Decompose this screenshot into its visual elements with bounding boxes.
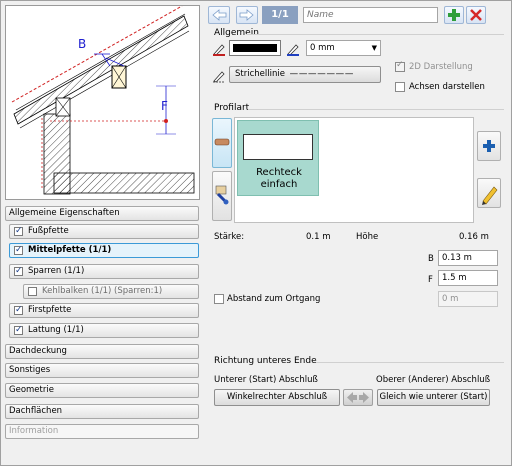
hoehe-value: 0.16 m [459,232,489,242]
lattung-checkbox[interactable] [14,324,23,337]
divider [248,109,504,110]
linetype-label: Strichellinie [235,69,285,79]
arrow-left-icon [212,9,227,21]
profile-type-wood-button[interactable] [212,118,232,168]
nav-item-label: Kehlbalken (1/1) (Sparren:1) [42,286,163,296]
nav-item-mittelpfette[interactable]: Mittelpfette (1/1) [9,243,199,258]
profile-list: Rechteck einfach [234,117,474,223]
darstellung-2d-label: 2D Darstellung [409,62,473,72]
unterer-label: Unterer (Start) Abschluß [214,375,318,385]
pen-thickness-icon [287,44,299,56]
nav-item-label: Mittelpfette (1/1) [28,245,112,255]
nav-item-sparren[interactable]: Sparren (1/1) [9,264,199,279]
divider [246,34,504,35]
nav-item-kehlbalken[interactable]: Kehlbalken (1/1) (Sparren:1) [23,284,199,299]
record-counter: 1/1 [262,6,298,24]
pencil-icon [482,186,498,205]
sparren-checkbox[interactable] [14,265,23,278]
chevron-down-icon: ▼ [371,44,377,52]
nav-allgemeine-eigenschaften[interactable]: Allgemeine Eigenschaften [5,206,199,221]
kehlbalken-checkbox[interactable] [28,287,37,296]
achsen-label: Achsen darstellen [409,82,485,92]
pen-thickness-value: 0 mm [310,43,335,53]
name-input[interactable] [303,7,438,23]
linetype-sample: — — — — — — — [289,69,354,79]
ortgang-input: 0 m [438,291,498,307]
firstpfette-checkbox[interactable] [14,304,23,317]
profilart-title: Profilart [214,103,250,113]
steel-profile-icon [215,185,229,205]
b-input[interactable]: 0.13 m [438,250,498,266]
edit-profile-button[interactable] [477,178,501,208]
nav-item-label: Fußpfette [28,226,69,236]
swap-arrows-icon [347,392,369,403]
mittelpfette-checkbox[interactable] [14,244,23,257]
nav-information: Information [5,424,199,439]
linetype-button[interactable]: Strichellinie — — — — — — — [229,66,381,83]
pen-thickness-select[interactable]: 0 mm ▼ [306,40,381,56]
oberer-label: Oberer (Anderer) Abschluß [376,375,491,385]
close-icon [470,9,482,21]
nav-item-lattung[interactable]: Lattung (1/1) [9,323,199,338]
ortgang-label: Abstand zum Ortgang [227,294,321,304]
nav-dachdeckung[interactable]: Dachdeckung [5,344,199,359]
nav-item-label: Sparren (1/1) [28,266,85,276]
profile-type-steel-button[interactable] [212,171,232,221]
dialog-window: B F Allgemeine Eigenschaften Fußpfette M… [0,0,512,466]
nav-item-firstpfette[interactable]: Firstpfette [9,303,199,318]
f-input[interactable]: 1.5 m [438,270,498,286]
ortgang-checkbox[interactable] [214,294,224,304]
left-panel: B F Allgemeine Eigenschaften Fußpfette M… [3,3,201,465]
oberer-abschluss-button[interactable]: Gleich wie unterer (Start) [377,389,490,406]
rectangle-shape-icon [243,134,313,160]
wood-beam-icon [214,138,230,146]
nav-dachflaechen[interactable]: Dachflächen [5,404,199,419]
nav-item-label: Firstpfette [28,305,72,315]
f-label: F [428,275,433,285]
add-profile-button[interactable] [477,131,501,161]
right-panel: 1/1 Allgemein 0 mm ▼ Strichellinie — — —… [206,3,509,465]
add-button[interactable] [444,6,464,24]
staerke-value: 0.1 m [306,232,331,242]
nav-sonstiges[interactable]: Sonstiges [5,363,199,378]
back-button[interactable] [208,6,230,24]
staerke-label: Stärke: [214,232,245,242]
achsen-checkbox[interactable] [395,82,405,92]
color-picker[interactable] [229,40,281,56]
label-b: B [78,37,86,51]
delete-button[interactable] [466,6,486,24]
preview-drawing: B F [5,5,200,200]
nav-item-fusspfette[interactable]: Fußpfette [9,224,199,239]
linetype-pen-icon [213,71,225,83]
divider [316,362,504,363]
arrow-right-icon [239,9,254,21]
allgemein-title: Allgemein [214,28,259,38]
nav-item-label: Lattung (1/1) [28,325,84,335]
fusspfette-checkbox[interactable] [14,225,23,238]
darstellung-2d-checkbox [395,60,405,72]
plus-icon [448,9,460,21]
forward-button[interactable] [236,6,258,24]
plus-icon [483,140,495,152]
profile-tile-rechteck[interactable]: Rechteck einfach [237,120,319,196]
pen-color-icon [213,44,225,56]
hoehe-label: Höhe [356,232,379,242]
swap-button[interactable] [343,389,373,406]
profile-tile-label: Rechteck einfach [256,167,302,190]
roof-section-drawing: B F [11,5,195,195]
unterer-abschluss-button[interactable]: Winkelrechter Abschluß [214,389,340,406]
label-f: F [161,99,168,113]
b-label: B [428,254,434,264]
richtung-title: Richtung unteres Ende [214,356,317,366]
nav-geometrie[interactable]: Geometrie [5,383,199,398]
